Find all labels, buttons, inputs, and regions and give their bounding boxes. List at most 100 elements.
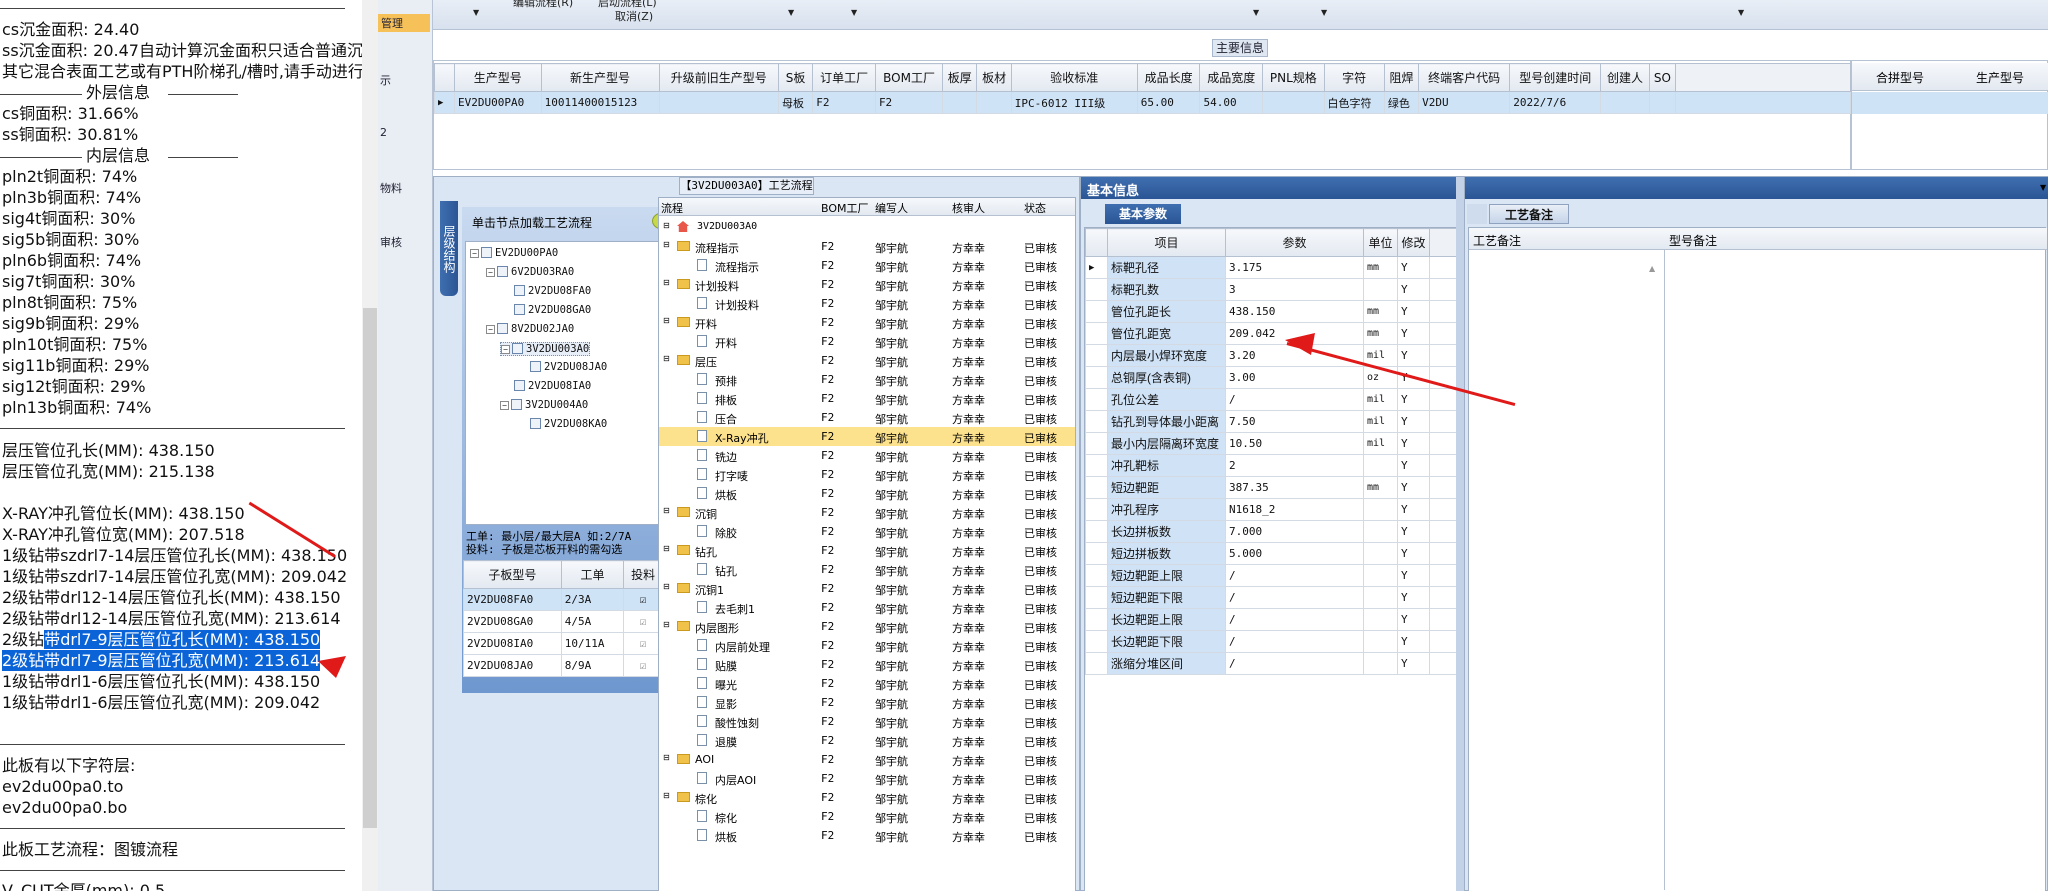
column-header[interactable]: 编写人: [875, 200, 908, 216]
table-row[interactable]: 总铜厚(含表铜) 3.00 oz Y: [1085, 366, 1463, 389]
table-cell[interactable]: 8/9A: [560, 654, 625, 677]
nav-item-manage[interactable]: 管理: [378, 14, 430, 32]
table-cell[interactable]: F2: [812, 91, 876, 114]
param-value[interactable]: 438.150: [1225, 300, 1364, 323]
flow-group-row[interactable]: ⊟ 流程指示 F2 邹宇航 方幸幸 已审核: [659, 237, 1075, 256]
column-header[interactable]: 状态: [1024, 200, 1046, 216]
chevron-down-icon[interactable]: ▼: [1738, 8, 1744, 17]
nav-item-material[interactable]: 物料: [380, 180, 402, 196]
flow-step-row[interactable]: 曝光 F2 邹宇航 方幸幸 已审核: [659, 674, 1075, 693]
collapse-icon[interactable]: ⊟: [663, 506, 670, 515]
table-row[interactable]: 长边拼板数 7.000 Y: [1085, 520, 1463, 543]
flow-group-row[interactable]: ⊟ 内层图形 F2 邹宇航 方幸幸 已审核: [659, 617, 1075, 636]
table-row[interactable]: 短边靶距下限 / Y: [1085, 586, 1463, 609]
table-row[interactable]: ▶ EV2DU00PA0 10011400015123 母板 F2 F2 IPC…: [434, 91, 1851, 114]
flow-step-row[interactable]: 烘板 F2 邹宇航 方幸幸 已审核: [659, 484, 1075, 503]
tree-node[interactable]: 2V2DU08GA0: [514, 304, 591, 316]
table-cell[interactable]: 2022/7/6: [1509, 91, 1602, 114]
tree-node[interactable]: − 8V2DU02JA0: [486, 323, 574, 335]
column-header[interactable]: 新生产型号: [540, 63, 660, 92]
flow-step-row[interactable]: 铣边 F2 邹宇航 方幸幸 已审核: [659, 446, 1075, 465]
column-header[interactable]: 单位: [1363, 228, 1398, 257]
chevron-down-icon[interactable]: ▼: [851, 8, 857, 17]
checkbox[interactable]: ☑: [623, 610, 663, 633]
collapse-icon[interactable]: −: [486, 268, 495, 277]
collapse-icon[interactable]: ⊟: [663, 221, 670, 230]
collapse-icon[interactable]: ⊟: [663, 544, 670, 553]
flow-step-row[interactable]: 流程指示 F2 邹宇航 方幸幸 已审核: [659, 256, 1075, 275]
param-value[interactable]: 2: [1225, 454, 1364, 477]
flow-step-row[interactable]: 显影 F2 邹宇航 方幸幸 已审核: [659, 693, 1075, 712]
flow-step-row[interactable]: 开料 F2 邹宇航 方幸幸 已审核: [659, 332, 1075, 351]
table-cell[interactable]: F2: [874, 91, 944, 114]
collapse-icon[interactable]: −: [501, 345, 510, 354]
table-cell[interactable]: [1648, 91, 1677, 114]
table-row[interactable]: 2V2DU08GA0 4/5A ☑: [463, 610, 663, 633]
nav-item[interactable]: 2: [380, 126, 387, 139]
column-header[interactable]: 升级前旧生产型号: [658, 63, 779, 92]
collapse-icon[interactable]: −: [500, 401, 509, 410]
table-cell[interactable]: 白色字符: [1323, 91, 1385, 114]
table-cell[interactable]: 4/5A: [560, 610, 625, 633]
param-value[interactable]: 7.50: [1225, 410, 1364, 433]
tree-node[interactable]: 2V2DU08IA0: [514, 380, 591, 392]
tab-basic-params[interactable]: 基本参数: [1105, 204, 1181, 224]
selected-text[interactable]: 带drl7-9层压管位孔长(MM): 438.150: [44, 630, 321, 649]
table-row[interactable]: 短边靶距上限 / Y: [1085, 564, 1463, 587]
column-header[interactable]: S板: [777, 63, 814, 92]
param-value[interactable]: /: [1225, 608, 1364, 631]
collapse-icon[interactable]: −: [486, 325, 495, 334]
column-header[interactable]: 合拼型号: [1876, 69, 1924, 86]
column-header[interactable]: 成品长度: [1136, 63, 1201, 92]
table-row[interactable]: 2V2DU08IA0 10/11A ☑: [463, 632, 663, 655]
table-row[interactable]: 涨缩分堆区间 / Y: [1085, 652, 1463, 675]
table-row[interactable]: 长边靶距上限 / Y: [1085, 608, 1463, 631]
param-value[interactable]: 3.175: [1225, 256, 1364, 279]
table-cell[interactable]: 54.00: [1199, 91, 1264, 114]
column-header[interactable]: 生产型号: [1976, 69, 2024, 86]
nav-item-review[interactable]: 审核: [380, 234, 402, 250]
param-value[interactable]: /: [1225, 630, 1364, 653]
flow-step-row[interactable]: 预排 F2 邹宇航 方幸幸 已审核: [659, 370, 1075, 389]
flow-step-row[interactable]: 除胶 F2 邹宇航 方幸幸 已审核: [659, 522, 1075, 541]
tree-node[interactable]: 2V2DU08FA0: [514, 285, 591, 297]
edit-flow-button[interactable]: 编辑流程(R): [513, 0, 573, 10]
tree-node[interactable]: − 6V2DU03RA0: [486, 266, 574, 278]
flow-step-row[interactable]: 内层前处理 F2 邹宇航 方幸幸 已审核: [659, 636, 1075, 655]
checkbox[interactable]: ☑: [623, 632, 663, 655]
flow-step-row[interactable]: 打字唛 F2 邹宇航 方幸幸 已审核: [659, 465, 1075, 484]
cancel-button[interactable]: 取消(Z): [615, 8, 653, 24]
table-cell[interactable]: 2V2DU08GA0: [463, 610, 562, 633]
table-row[interactable]: 2V2DU08JA0 8/9A ☑: [463, 654, 663, 677]
table-cell[interactable]: 绿色: [1383, 91, 1420, 114]
flow-step-row[interactable]: 去毛刺1 F2 邹宇航 方幸幸 已审核: [659, 598, 1075, 617]
model-notes-textarea[interactable]: [1667, 250, 2045, 890]
param-value[interactable]: 387.35: [1225, 476, 1364, 499]
table-row[interactable]: 最小内层隔离环宽度 10.50 mil Y: [1085, 432, 1463, 455]
table-cell[interactable]: 2/3A: [560, 588, 625, 611]
table-row[interactable]: 长边靶距下限 / Y: [1085, 630, 1463, 653]
checkbox[interactable]: ☑: [623, 654, 663, 677]
table-cell[interactable]: [658, 91, 779, 114]
flow-step-row[interactable]: 棕化 F2 邹宇航 方幸幸 已审核: [659, 807, 1075, 826]
column-header[interactable]: BOM工厂: [821, 200, 869, 216]
table-row[interactable]: 钻孔到导体最小距离 7.50 mil Y: [1085, 410, 1463, 433]
tree-node-selected[interactable]: − 3V2DU003A0: [500, 342, 591, 356]
table-row[interactable]: 标靶孔数 3 Y: [1085, 278, 1463, 301]
table-row[interactable]: ▶ 标靶孔径 3.175 mm Y: [1085, 256, 1463, 279]
table-row[interactable]: 孔位公差 / mil Y: [1085, 388, 1463, 411]
flow-step-row[interactable]: 压合 F2 邹宇航 方幸幸 已审核: [659, 408, 1075, 427]
scroll-up-icon[interactable]: ▲: [1649, 264, 1655, 273]
collapse-icon[interactable]: −: [470, 249, 479, 258]
column-header[interactable]: PNL规格: [1262, 63, 1325, 92]
flow-step-row[interactable]: 烘板 F2 邹宇航 方幸幸 已审核: [659, 826, 1075, 845]
table-cell[interactable]: 65.00: [1136, 91, 1201, 114]
scrollbar-thumb[interactable]: [363, 308, 377, 828]
chevron-down-icon[interactable]: ▼: [1321, 8, 1327, 17]
flow-group-row[interactable]: ⊟ AOI F2 邹宇航 方幸幸 已审核: [659, 750, 1075, 769]
collapse-icon[interactable]: ⊟: [663, 620, 670, 629]
collapse-icon[interactable]: ⊟: [663, 582, 670, 591]
table-cell[interactable]: 10/11A: [560, 632, 625, 655]
flow-step-row[interactable]: 内层AOI F2 邹宇航 方幸幸 已审核: [659, 769, 1075, 788]
column-header[interactable]: 终端客户代码: [1418, 63, 1511, 92]
